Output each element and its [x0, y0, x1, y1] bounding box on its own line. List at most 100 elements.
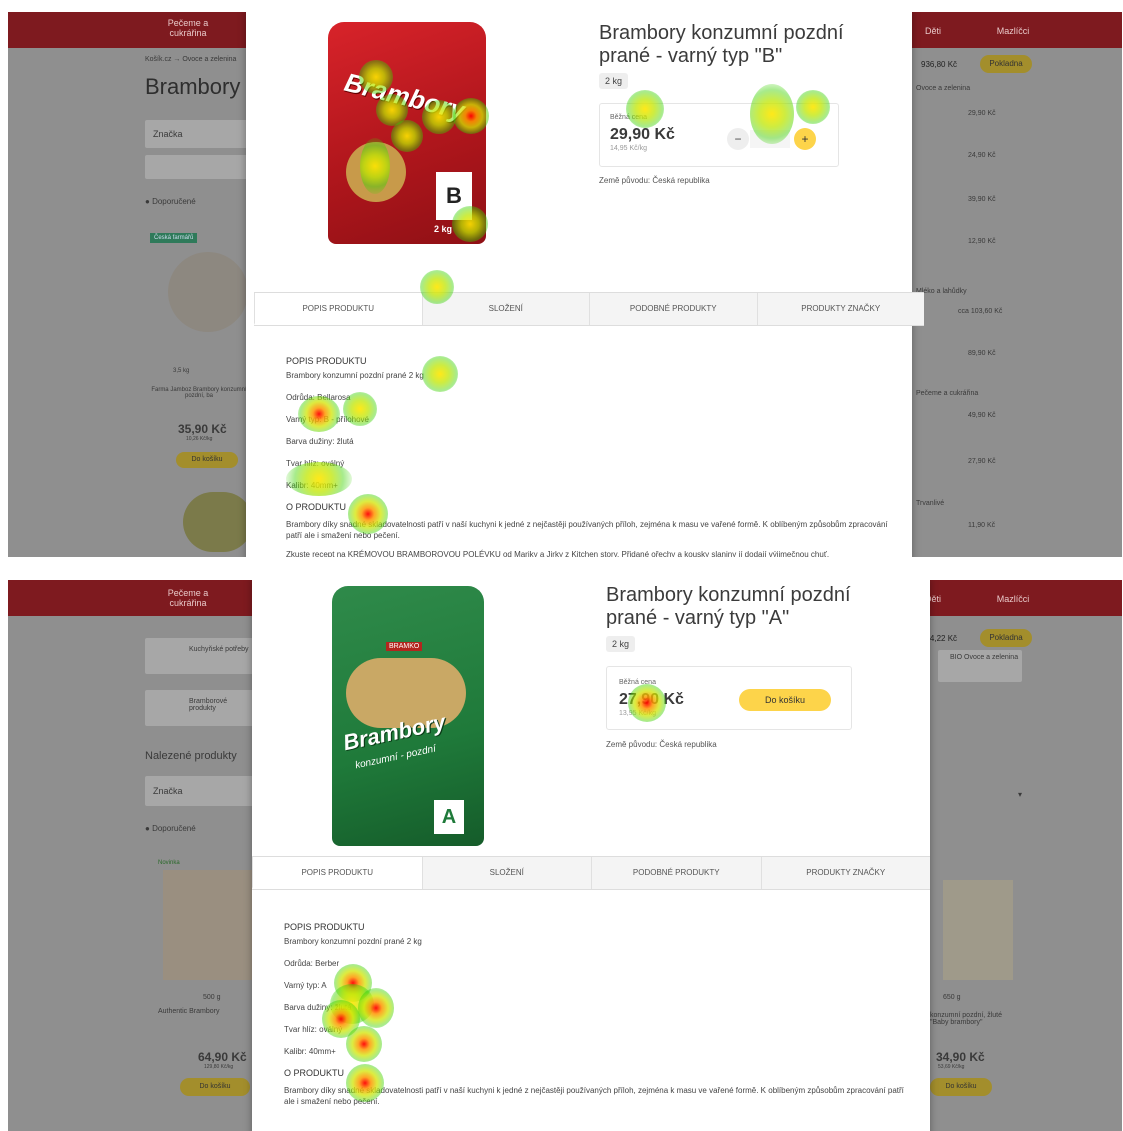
- country-of-origin: Země původu: Česká republika: [599, 176, 710, 185]
- bg-add-to-cart-button[interactable]: Do košíku: [930, 1078, 992, 1096]
- decrease-quantity-button[interactable]: −: [727, 128, 749, 150]
- bg-product-price: 64,90 Kč: [198, 1050, 247, 1064]
- product-tabs: POPIS PRODUKTU SLOŽENÍ PODOBNÉ PRODUKTY …: [252, 856, 930, 890]
- unit-price: 13,95 Kč/kg: [619, 710, 656, 717]
- tab-similar[interactable]: PODOBNÉ PRODUKTY: [591, 857, 761, 889]
- nav-item[interactable]: Mazlíčci: [993, 594, 1033, 604]
- add-to-cart-button[interactable]: Do košíku: [739, 689, 831, 711]
- new-tag: Novinka: [158, 860, 180, 866]
- product-image[interactable]: BRAMKO Brambory konzumní - pozdní A: [332, 586, 484, 846]
- bg-product-weight: 3,5 kg: [173, 368, 190, 374]
- bag-label: BRAMKO: [386, 642, 423, 651]
- country-of-origin: Země původu: Česká republika: [606, 740, 717, 749]
- bg-product-price: 34,90 Kč: [936, 1050, 985, 1064]
- bg-product-name[interactable]: Authentic Brambory: [158, 1008, 219, 1015]
- sort-recommended[interactable]: ● Doporučené: [145, 824, 196, 833]
- screenshot-variant-a: Pečeme a cukrářina Děti Mazlíčci Kuchyňs…: [8, 580, 1122, 1131]
- description-line: Brambory konzumní pozdní prané 2 kg: [286, 371, 424, 380]
- weight-chip: 2 kg: [599, 73, 629, 89]
- bg-product-unit: 129,80 Kč/kg: [204, 1064, 234, 1070]
- side-category[interactable]: Kuchyňské potřeby: [145, 638, 255, 674]
- found-products-heading: Nalezené produkty: [145, 750, 237, 762]
- description-line: Brambory konzumní pozdní prané 2 kg: [284, 937, 422, 946]
- bg-product-unit: 53,69 Kč/kg: [938, 1064, 965, 1070]
- caliber: Kalibr: 40mm+: [284, 1047, 336, 1056]
- nav-item[interactable]: Pečeme a cukrářina: [158, 588, 218, 608]
- bg-product-price: 35,90 Kč: [178, 422, 227, 436]
- checkout-button[interactable]: Pokladna: [980, 629, 1032, 647]
- potato-illustration: [346, 142, 406, 202]
- price-label: Běžná cena: [619, 679, 656, 686]
- tab-description[interactable]: POPIS PRODUKTU: [254, 293, 422, 325]
- checkout-button[interactable]: Pokladna: [980, 55, 1032, 73]
- bag-weight: 2 kg: [434, 224, 453, 234]
- brand-filter[interactable]: Značka: [145, 120, 255, 148]
- brand-filter[interactable]: Značka: [145, 776, 255, 806]
- about-text: Brambory díky snadné skladovatelnosti pa…: [286, 520, 888, 540]
- product-title: Brambory konzumní pozdní prané - varný t…: [599, 22, 844, 67]
- bg-add-to-cart-button[interactable]: Do košíku: [180, 1078, 250, 1096]
- bg-product-image: [183, 492, 253, 552]
- farm-tag: Česká farmářů: [150, 233, 198, 243]
- caliber: Kalibr: 40mm+: [286, 481, 338, 490]
- nav-item[interactable]: Mazlíčci: [993, 26, 1033, 36]
- weight-chip: 2 kg: [606, 636, 636, 652]
- page-title: Brambory: [145, 74, 241, 99]
- flesh-color: Barva dužiny: žlutá: [284, 1003, 352, 1012]
- about-text: Brambory díky snadné skladovatelnosti pa…: [284, 1086, 904, 1106]
- product-description: POPIS PRODUKTU Brambory konzumní pozdní …: [284, 922, 904, 1118]
- bg-add-to-cart-button[interactable]: Do košíku: [176, 452, 238, 468]
- cart-item-price: 27,90 Kč: [968, 458, 996, 465]
- product-detail-modal: Brambory B 2 kg Brambory konzumní pozdní…: [246, 12, 924, 557]
- product-description: POPIS PRODUKTU Brambory konzumní pozdní …: [286, 356, 896, 557]
- cart-total[interactable]: 936,80 Kč: [921, 60, 957, 69]
- cart-item-price: 11,90 Kč: [968, 522, 996, 529]
- description-heading: POPIS PRODUKTU: [284, 922, 365, 932]
- search-input[interactable]: [145, 155, 255, 179]
- side-category[interactable]: BIO Ovoce a zelenina: [938, 650, 1022, 682]
- tab-composition[interactable]: SLOŽENÍ: [421, 293, 589, 325]
- increase-quantity-button[interactable]: +: [794, 128, 816, 150]
- quantity-input[interactable]: [750, 130, 790, 148]
- nav-item[interactable]: Pečeme a cukrářina: [158, 18, 218, 38]
- price-box: Běžná cena 29,90 Kč 14,95 Kč/kg − +: [599, 103, 839, 167]
- breadcrumb[interactable]: Košík.cz → Ovoce a zelenina: [145, 56, 236, 63]
- sort-recommended[interactable]: ● Doporučené: [145, 197, 196, 206]
- cart-item-price: cca 103,60 Kč: [958, 308, 1003, 315]
- cooking-type-label: A: [434, 800, 464, 834]
- screenshot-variant-b: Pečeme a cukrářina Mazlíčci Děti Košík.c…: [8, 12, 1122, 557]
- cart-item-price: 39,90 Kč: [968, 196, 996, 203]
- cooking-type: Varný typ: B - přílohové: [286, 415, 369, 424]
- tab-brand-products[interactable]: PRODUKTY ZNAČKY: [756, 293, 924, 325]
- chevron-down-icon[interactable]: ▾: [1018, 790, 1022, 799]
- cart-item-price: 24,90 Kč: [968, 152, 996, 159]
- variety: Odrůda: Berber: [284, 959, 340, 968]
- product-image[interactable]: Brambory B 2 kg: [328, 22, 486, 244]
- cart-item-price: 29,90 Kč: [968, 110, 996, 117]
- check-icon: ●: [145, 824, 150, 833]
- price-label: Běžná cena: [610, 114, 647, 121]
- bg-product-unit: 10,26 Kč/kg: [186, 436, 213, 442]
- tab-description[interactable]: POPIS PRODUKTU: [252, 857, 422, 889]
- tab-similar[interactable]: PODOBNÉ PRODUKTY: [589, 293, 757, 325]
- cooking-type: Varný typ: A: [284, 981, 327, 990]
- recipe-text[interactable]: Zkuste recept na KRÉMOVOU BRAMBOROVOU PO…: [286, 549, 896, 557]
- bg-product-image: [943, 880, 1013, 980]
- side-category[interactable]: Bramborové produkty: [145, 690, 255, 726]
- about-heading: O PRODUKTU: [284, 1068, 345, 1078]
- tuber-shape: Tvar hlíz: oválný: [286, 459, 345, 468]
- tuber-shape: Tvar hlíz: oválný: [284, 1025, 343, 1034]
- bg-product-weight: 650 g: [943, 994, 961, 1001]
- tab-composition[interactable]: SLOŽENÍ: [421, 857, 591, 889]
- bg-product-image: [163, 870, 253, 980]
- bg-product-weight: 500 g: [203, 994, 221, 1001]
- bg-product-name[interactable]: Farma Jamboz Brambory konzumní pozdní, b…: [145, 387, 253, 399]
- cart-section: Trvanlivé: [916, 500, 945, 507]
- cooking-type-label: B: [436, 172, 472, 220]
- bg-product-name[interactable]: konzumní pozdní, žluté "Baby brambory": [930, 1012, 1022, 1026]
- tab-brand-products[interactable]: PRODUKTY ZNAČKY: [760, 857, 930, 889]
- unit-price: 14,95 Kč/kg: [610, 145, 647, 152]
- cart-item-price: 89,90 Kč: [968, 350, 996, 357]
- about-heading: O PRODUKTU: [286, 502, 347, 512]
- nav-item[interactable]: Děti: [918, 26, 948, 36]
